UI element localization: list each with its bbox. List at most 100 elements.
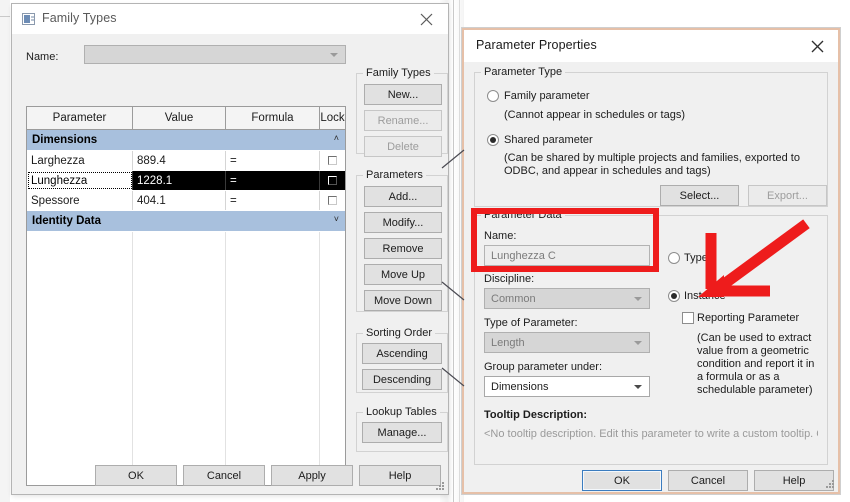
cell-lock[interactable]: [320, 191, 345, 210]
close-icon[interactable]: [404, 4, 448, 34]
modify-parameter-button[interactable]: Modify...: [364, 212, 442, 233]
table-empty-area[interactable]: [27, 232, 345, 485]
cell-value[interactable]: 889.4: [133, 151, 226, 170]
ok-button[interactable]: OK: [582, 470, 662, 491]
shared-parameter-label[interactable]: Shared parameter: [504, 134, 593, 146]
shared-parameter-radio[interactable]: [487, 134, 499, 146]
annotation-highlight-rectangle: [471, 208, 659, 272]
table-empty-row: [27, 327, 345, 346]
resize-grip[interactable]: [435, 482, 445, 492]
cancel-button[interactable]: Cancel: [668, 470, 748, 491]
lock-checkbox[interactable]: [328, 176, 337, 185]
panel-title-family-types: Family Types: [363, 67, 434, 79]
cell-lock[interactable]: [320, 171, 345, 190]
table-empty-row: [27, 232, 345, 251]
ok-button[interactable]: OK: [95, 465, 177, 486]
instance-binding-label[interactable]: Instance: [684, 290, 726, 302]
manage-lookup-tables-button[interactable]: Manage...: [362, 422, 442, 443]
type-binding-radio[interactable]: [668, 252, 680, 264]
cell-formula[interactable]: =: [226, 191, 320, 210]
reporting-parameter-label[interactable]: Reporting Parameter: [697, 312, 799, 324]
table-empty-row: [27, 365, 345, 384]
lock-checkbox[interactable]: [328, 196, 337, 205]
table-empty-row: [27, 384, 345, 403]
type-of-parameter-label: Type of Parameter:: [484, 317, 578, 329]
select-shared-parameter-button[interactable]: Select...: [660, 185, 739, 206]
discipline-select[interactable]: Common: [484, 288, 650, 309]
family-parameter-radio[interactable]: [487, 90, 499, 102]
table-row[interactable]: Larghezza 889.4 =: [27, 151, 345, 171]
cell-formula[interactable]: =: [226, 151, 320, 170]
table-row[interactable]: Spessore 404.1 =: [27, 191, 345, 211]
type-of-parameter-value: Length: [491, 336, 525, 349]
parameter-properties-titlebar: Parameter Properties: [464, 30, 838, 62]
type-binding-label[interactable]: Type: [684, 252, 708, 264]
family-parameter-note: (Cannot appear in schedules or tags): [504, 109, 685, 121]
close-icon[interactable]: [798, 30, 838, 62]
reporting-parameter-note: (Can be used to extract value from a geo…: [697, 332, 815, 396]
chevron-down-icon[interactable]: ˅: [334, 215, 339, 224]
column-header-lock[interactable]: Lock: [320, 107, 345, 129]
family-type-name-combo[interactable]: [84, 45, 346, 64]
parameter-properties-body: Parameter Type Family parameter (Cannot …: [464, 62, 838, 492]
table-empty-row: [27, 346, 345, 365]
cell-value[interactable]: 1228.1: [133, 171, 226, 190]
help-button[interactable]: Help: [359, 465, 441, 486]
type-of-parameter-select[interactable]: Length: [484, 332, 650, 353]
column-header-value[interactable]: Value: [133, 107, 226, 129]
family-types-icon: [22, 13, 35, 25]
reporting-parameter-checkbox[interactable]: [682, 312, 694, 324]
table-empty-row: [27, 308, 345, 327]
panel-title-lookup-tables: Lookup Tables: [363, 406, 440, 418]
family-types-dialog: Family Types Name: Parameter Value Formu…: [12, 4, 448, 494]
chevron-down-icon: [634, 384, 642, 389]
table-empty-row: [27, 270, 345, 289]
chevron-down-icon: [330, 52, 338, 57]
page-edge-line-3: [0, 16, 10, 17]
cell-lock[interactable]: [320, 151, 345, 170]
cancel-button[interactable]: Cancel: [183, 465, 265, 486]
move-up-button[interactable]: Move Up: [364, 264, 442, 285]
cell-value[interactable]: 404.1: [133, 191, 226, 210]
table-group-header-identity-data[interactable]: Identity Data ˅: [27, 211, 345, 232]
export-shared-parameter-button: Export...: [748, 185, 827, 206]
table-row[interactable]: Lunghezza 1228.1 =: [27, 171, 345, 191]
discipline-label: Discipline:: [484, 273, 535, 285]
rename-type-button: Rename...: [364, 110, 442, 131]
cell-parameter[interactable]: Spessore: [27, 191, 133, 210]
lock-checkbox[interactable]: [328, 156, 337, 165]
chevron-up-icon[interactable]: ˄: [334, 134, 339, 143]
group-label-dimensions: Dimensions: [32, 134, 98, 146]
new-type-button[interactable]: New...: [364, 84, 442, 105]
column-header-formula[interactable]: Formula: [226, 107, 320, 129]
cell-parameter[interactable]: Larghezza: [27, 151, 133, 170]
table-empty-row: [27, 441, 345, 460]
column-header-parameter[interactable]: Parameter: [27, 107, 133, 129]
cell-formula[interactable]: =: [226, 171, 320, 190]
sort-descending-button[interactable]: Descending: [362, 369, 442, 390]
group-parameter-select[interactable]: Dimensions: [484, 376, 650, 397]
group-parameter-value: Dimensions: [491, 380, 549, 393]
resize-grip[interactable]: [825, 480, 835, 490]
family-types-titlebar: Family Types: [12, 4, 448, 34]
add-parameter-button[interactable]: Add...: [364, 186, 442, 207]
group-label-identity-data: Identity Data: [32, 215, 102, 227]
parameter-type-legend: Parameter Type: [481, 66, 566, 78]
delete-type-button: Delete: [364, 136, 442, 157]
discipline-value: Common: [491, 292, 536, 305]
apply-button[interactable]: Apply: [271, 465, 353, 486]
table-empty-row: [27, 422, 345, 441]
group-parameter-label: Group parameter under:: [484, 361, 603, 373]
parameters-table[interactable]: Parameter Value Formula Lock Dimensions …: [26, 106, 346, 486]
family-parameter-label[interactable]: Family parameter: [504, 90, 590, 102]
help-button[interactable]: Help: [754, 470, 834, 491]
sort-ascending-button[interactable]: Ascending: [362, 343, 442, 364]
instance-binding-radio[interactable]: [668, 290, 680, 302]
cell-parameter[interactable]: Lunghezza: [27, 171, 133, 190]
table-group-header-dimensions[interactable]: Dimensions ˄: [27, 130, 345, 151]
move-down-button[interactable]: Move Down: [364, 290, 442, 311]
shared-parameter-note: (Can be shared by multiple projects and …: [504, 152, 800, 177]
name-label: Name:: [26, 51, 59, 63]
remove-parameter-button[interactable]: Remove: [364, 238, 442, 259]
table-empty-row: [27, 403, 345, 422]
